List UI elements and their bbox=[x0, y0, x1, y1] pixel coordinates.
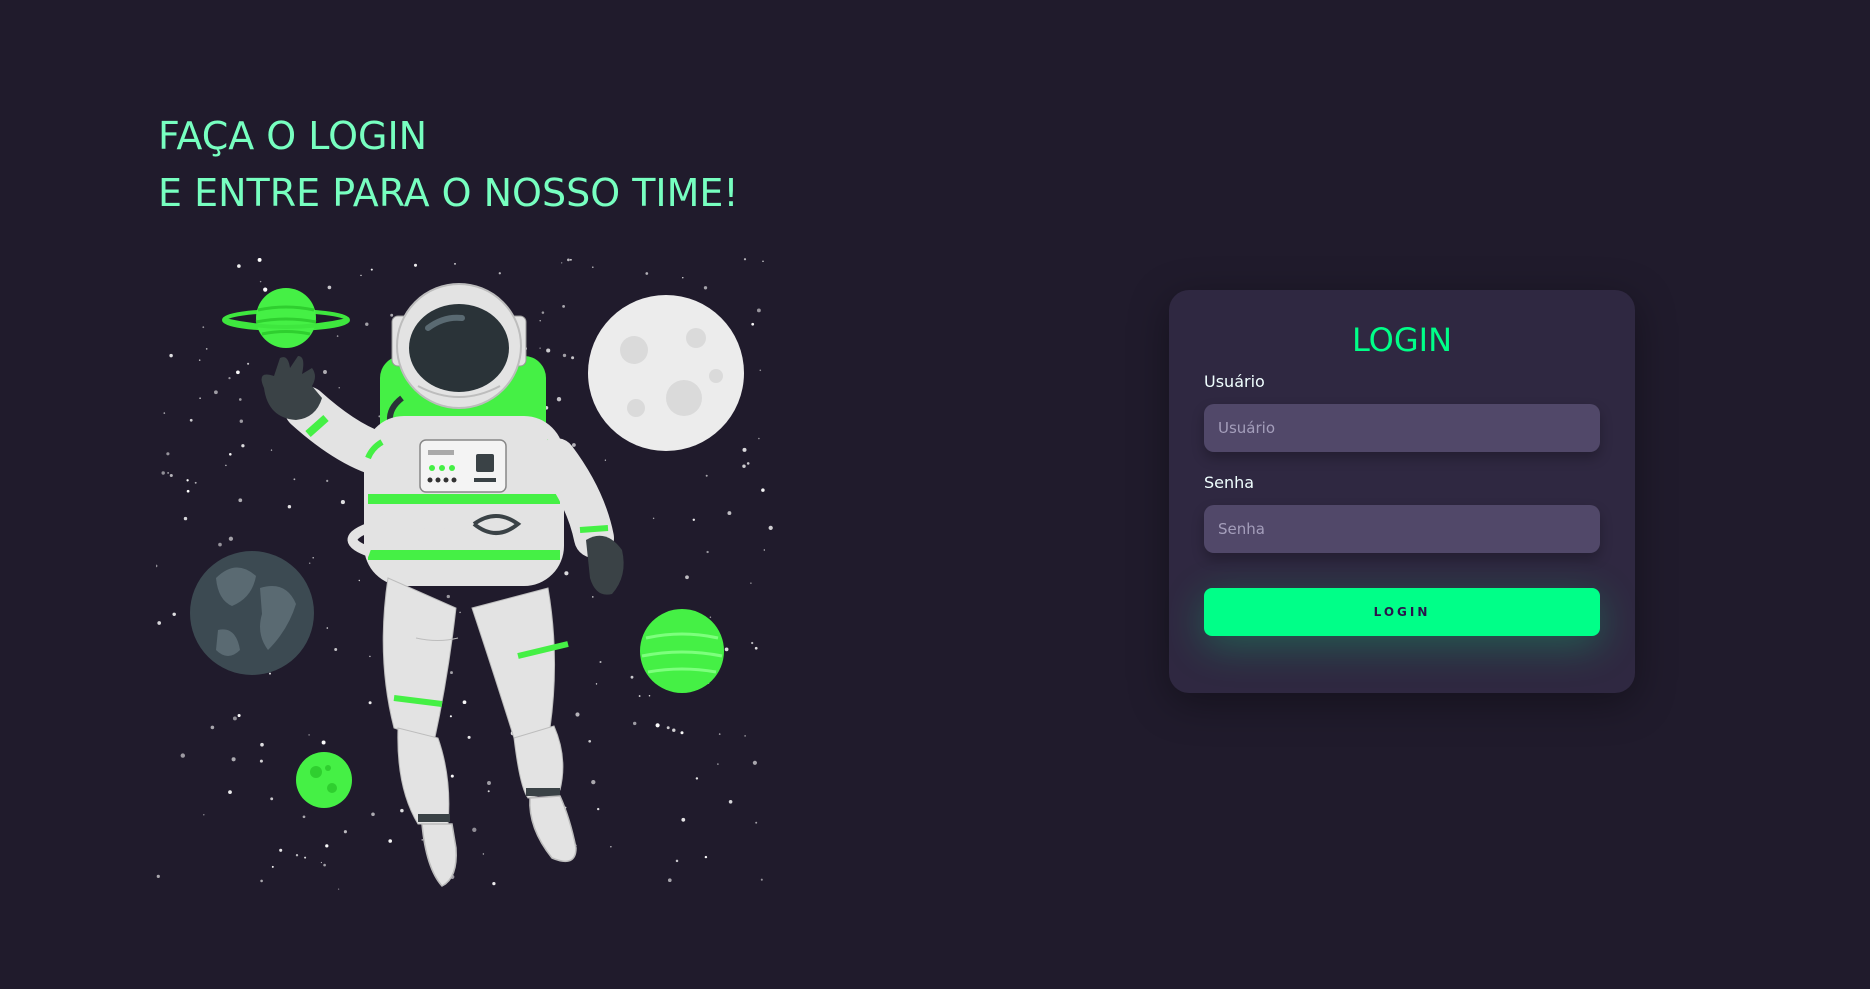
username-label: Usuário bbox=[1204, 372, 1265, 391]
hero-headline: FAÇA O LOGIN E ENTRE PARA O NOSSO TIME! bbox=[158, 108, 739, 222]
login-card: LOGIN Usuário Senha LOGIN bbox=[1169, 290, 1635, 693]
ringed-planet bbox=[222, 288, 350, 348]
login-button[interactable]: LOGIN bbox=[1204, 588, 1600, 636]
login-card-title: LOGIN bbox=[1351, 321, 1453, 359]
password-input[interactable] bbox=[1204, 505, 1600, 553]
username-input[interactable] bbox=[1204, 404, 1600, 452]
green-planet-right bbox=[640, 609, 724, 693]
hero-headline-line-1: FAÇA O LOGIN bbox=[158, 114, 428, 158]
astronaut-illustration bbox=[156, 258, 773, 890]
hero-headline-line-2: E ENTRE PARA O NOSSO TIME! bbox=[158, 171, 739, 215]
password-label: Senha bbox=[1204, 473, 1255, 492]
earth-planet bbox=[190, 551, 314, 675]
login-page: FAÇA O LOGIN E ENTRE PARA O NOSSO TIME! bbox=[0, 0, 1870, 989]
moon bbox=[588, 295, 744, 451]
green-planet-small bbox=[296, 752, 352, 808]
